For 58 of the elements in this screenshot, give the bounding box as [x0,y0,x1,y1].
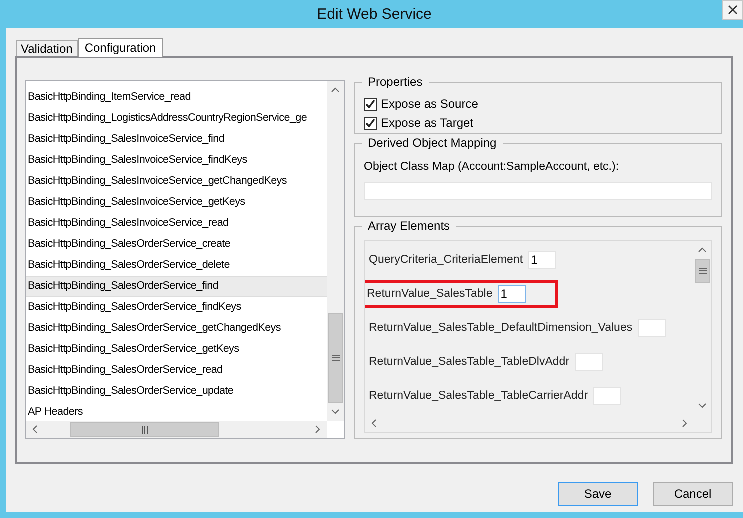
field-label: ReturnValue_SalesTable_DefaultDimension_Values [369,322,633,334]
scroll-left-icon [32,425,38,434]
list-item[interactable]: BasicHttpBinding_SalesInvoiceService_read [26,213,327,234]
scrollbar-thumb[interactable] [70,422,219,437]
checkbox-label: Expose as Target [381,116,474,130]
list-item[interactable]: BasicHttpBinding_SalesOrderService_find [26,276,327,297]
grip-icon [698,268,706,274]
list-item[interactable]: BasicHttpBinding_SalesOrderService_read [26,360,327,381]
list-item[interactable]: BasicHttpBinding_SalesOrderService_create [26,234,327,255]
horizontal-scrollbar[interactable] [26,421,327,438]
list-item[interactable]: BasicHttpBinding_LogisticsAddressCountryRegionService_ge [26,108,327,129]
list-item[interactable]: BasicHttpBinding_SalesInvoiceService_findKeys [26,150,327,171]
grip-icon [142,426,148,434]
count-field[interactable] [574,353,603,371]
window-title: Edit Web Service [317,6,432,22]
list-item[interactable]: AP Headers [26,402,327,421]
list-item[interactable]: BasicHttpBinding_SalesOrderService_update [26,381,327,402]
scroll-right-icon [682,419,688,428]
grip-icon [332,355,340,361]
count-field[interactable]: 1 [498,285,526,303]
dialog-button[interactable]: Cancel [653,482,733,506]
list-item[interactable]: BasicHttpBinding_SalesOrderService_delete [26,255,327,276]
count-field[interactable]: 1 [528,251,556,269]
scroll-down-icon [698,403,707,409]
count-field[interactable] [593,387,622,405]
dialog-button[interactable]: Save [558,482,638,506]
close-button[interactable] [722,0,743,20]
scroll-right-icon [315,425,321,434]
list-item[interactable]: BasicHttpBinding_SalesInvoiceService_getKeys [26,192,327,213]
field-label: Object Class Map (Account:SampleAccount, etc.): [364,161,620,173]
field-label: ReturnValue_SalesTable_TableCarrierAddr [369,390,588,402]
group-title: Properties [362,75,429,89]
list-item[interactable]: BasicHttpBinding_SalesOrderService_getChangedKeys [26,318,327,339]
field-label: QueryCriteria_CriteriaElement [369,254,524,266]
scrollbar-thumb[interactable] [695,259,710,283]
scroll-up-icon [331,87,340,93]
checkbox[interactable] [364,116,377,130]
list-item[interactable]: BasicHttpBinding_SalesOrderService_getKeys [26,339,327,360]
vertical-scrollbar[interactable] [327,81,344,421]
close-icon [728,5,738,15]
field-label: ReturnValue_SalesTable_TableDlvAddr [369,356,570,368]
scroll-down-icon [331,409,340,415]
list-item[interactable]: BasicHttpBinding_SalesInvoiceService_getChangedKeys [26,171,327,192]
list-item[interactable]: BasicHttpBinding_SalesOrderService_findKeys [26,297,327,318]
object-class-map-field[interactable] [364,182,712,200]
checkbox[interactable] [364,98,377,110]
tab[interactable]: Configuration [78,38,164,57]
checkbox-label: Expose as Source [381,97,478,111]
count-field[interactable] [638,319,666,337]
list-item[interactable]: BasicHttpBinding_ItemService_read [26,87,327,108]
scrollbar-thumb[interactable] [328,313,343,403]
scroll-left-icon [371,419,377,428]
group-title: Array Elements [362,219,456,233]
scroll-up-icon [698,247,707,253]
group-title: Derived Object Mapping [362,136,503,150]
list-item[interactable]: BasicHttpBinding_SalesInvoiceService_find [26,129,327,150]
field-label: ReturnValue_SalesTable [367,288,493,300]
tab[interactable]: Validation [16,40,78,56]
